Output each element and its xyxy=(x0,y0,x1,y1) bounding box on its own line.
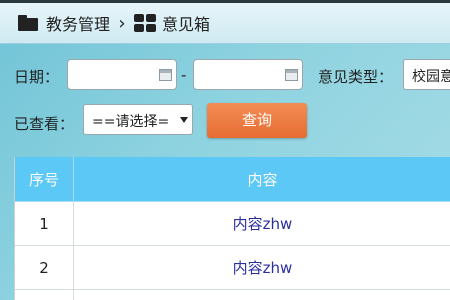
content-link[interactable]: 内容zhw xyxy=(233,213,293,234)
dropdown-arrow-icon xyxy=(180,117,188,123)
column-header-content: 内容 xyxy=(247,170,278,189)
table-row: 1 内容zhw xyxy=(15,202,450,246)
breadcrumb: 教务管理 › 意见箱 xyxy=(18,12,210,34)
row-number: 2 xyxy=(15,246,74,289)
top-border-line xyxy=(0,0,450,3)
viewed-label: 已查看： xyxy=(14,115,75,133)
row-number: 1 xyxy=(15,202,74,245)
date-label: 日期： xyxy=(14,68,60,86)
row-content-cell: 内容zhw xyxy=(74,246,450,289)
row-number-partial xyxy=(15,290,74,300)
content-link[interactable]: 内容zhw xyxy=(233,257,293,278)
table-row-partial xyxy=(15,290,450,300)
top-bar: 教务管理 › 意见箱 xyxy=(0,0,450,44)
calendar-icon[interactable] xyxy=(285,69,298,81)
row-content-cell: 内容zhw xyxy=(74,202,450,245)
opinion-type-select[interactable]: 校园意 xyxy=(403,59,450,90)
table-row: 2 内容zhw xyxy=(15,246,450,290)
date-start-input[interactable] xyxy=(67,59,177,90)
viewed-select-value: ==请选择= xyxy=(92,114,170,130)
table-header: 序号 内容 xyxy=(15,157,450,202)
suggestion-box-icon xyxy=(134,14,157,32)
date-range-separator: - xyxy=(181,66,187,84)
date-end-input[interactable] xyxy=(193,59,303,90)
opinion-type-value: 校园意 xyxy=(412,69,450,85)
breadcrumb-page: 意见箱 xyxy=(162,15,211,34)
opinion-type-label: 意见类型： xyxy=(318,68,394,86)
opinion-table: 序号 内容 1 内容zhw 2 内容zhw xyxy=(14,157,450,300)
folder-icon xyxy=(18,15,38,31)
calendar-icon[interactable] xyxy=(159,69,172,81)
breadcrumb-section[interactable]: 教务管理 xyxy=(46,11,110,35)
viewed-select[interactable]: ==请选择= xyxy=(83,104,193,135)
query-button[interactable]: 查询 xyxy=(207,103,307,138)
chevron-right-icon: › xyxy=(118,12,126,34)
column-header-number: 序号 xyxy=(15,157,74,201)
